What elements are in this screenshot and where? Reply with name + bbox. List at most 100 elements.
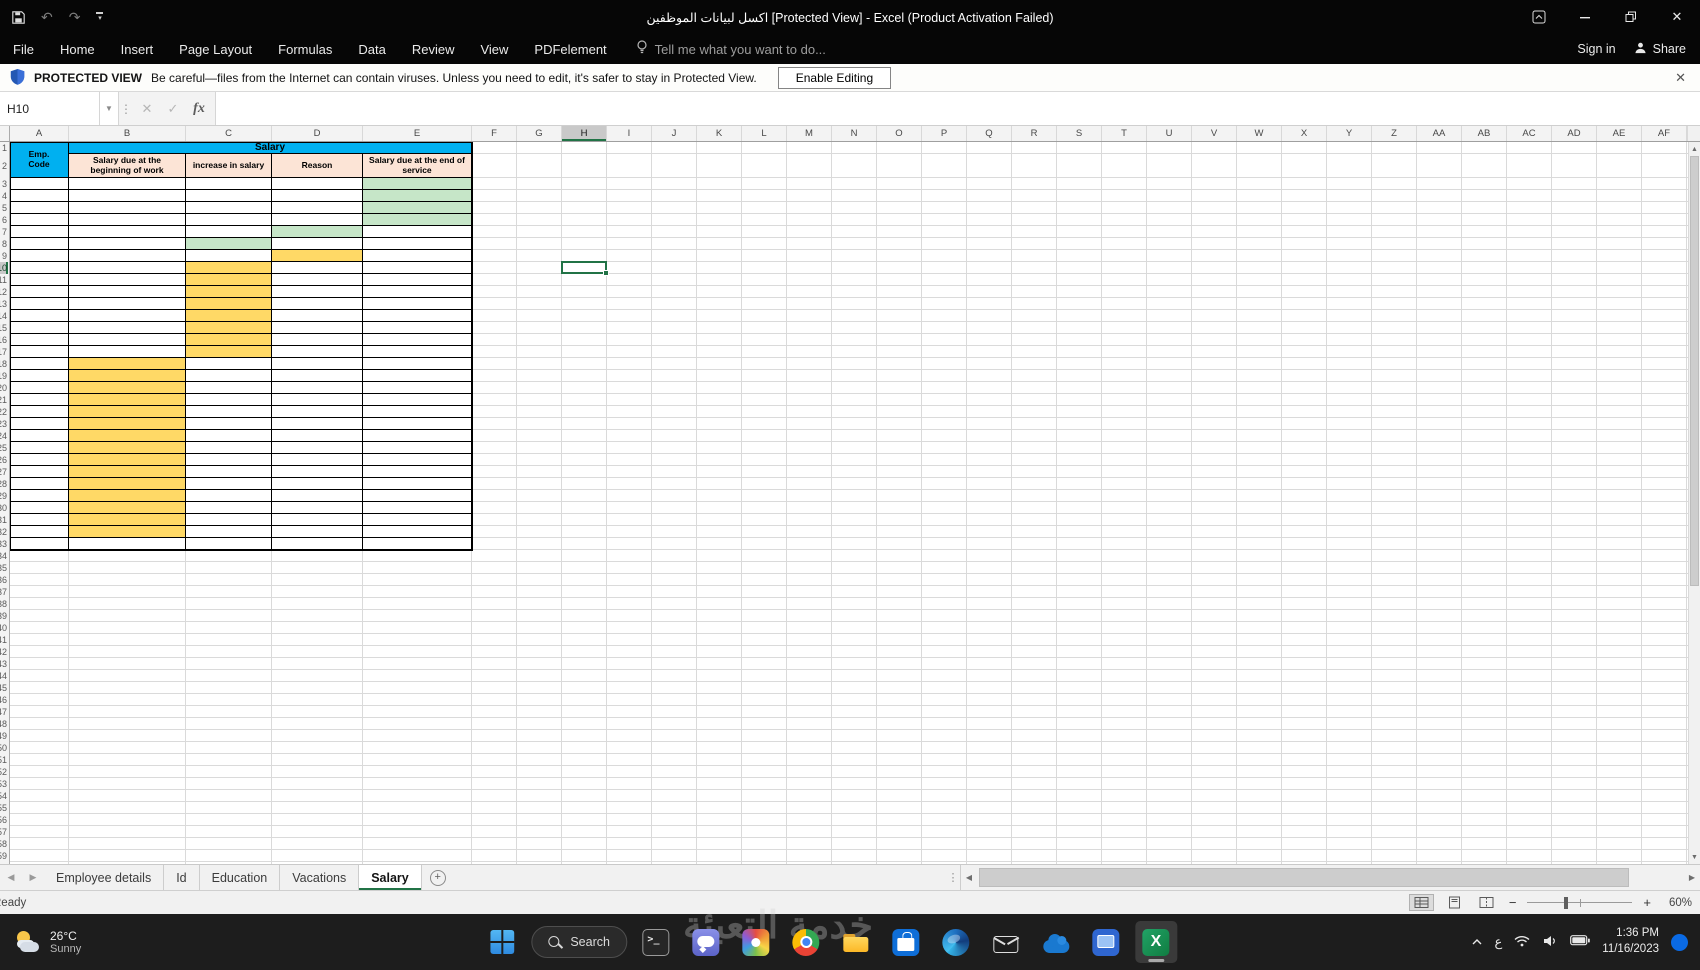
sheet-tab-education[interactable]: Education <box>200 865 281 890</box>
cell-B33[interactable] <box>69 538 186 550</box>
ribbon-tab-page-layout[interactable]: Page Layout <box>166 34 265 64</box>
taskbar-app-mail[interactable] <box>985 921 1027 963</box>
cell-A29[interactable] <box>10 490 69 502</box>
cell-A16[interactable] <box>10 334 69 346</box>
cell-E14[interactable] <box>363 310 472 322</box>
cell-E31[interactable] <box>363 514 472 526</box>
cell-A10[interactable] <box>10 262 69 274</box>
cell-C6[interactable] <box>186 214 272 226</box>
horizontal-scroll-thumb[interactable] <box>979 868 1630 887</box>
cell-A15[interactable] <box>10 322 69 334</box>
name-box-dropdown-icon[interactable]: ▼ <box>100 92 119 125</box>
cell-C7[interactable] <box>186 226 272 238</box>
cell-C27[interactable] <box>186 466 272 478</box>
row-header-34[interactable]: 34 <box>0 550 8 562</box>
cell-E32[interactable] <box>363 526 472 538</box>
tray-chevron-icon[interactable] <box>1471 935 1483 949</box>
row-header-50[interactable]: 50 <box>0 742 8 754</box>
cell-B4[interactable] <box>69 190 186 202</box>
cell-E8[interactable] <box>363 238 472 250</box>
column-header-AE[interactable]: AE <box>1597 126 1642 141</box>
cell-D33[interactable] <box>272 538 363 550</box>
taskbar-app-store[interactable] <box>885 921 927 963</box>
ribbon-tab-review[interactable]: Review <box>399 34 468 64</box>
row-header-1[interactable]: 1 <box>0 142 8 154</box>
cell-A18[interactable] <box>10 358 69 370</box>
row-header-47[interactable]: 47 <box>0 706 8 718</box>
cell-D26[interactable] <box>272 454 363 466</box>
save-icon[interactable] <box>12 10 25 24</box>
row-header-3[interactable]: 3 <box>0 178 8 190</box>
cell-D19[interactable] <box>272 370 363 382</box>
row-header-26[interactable]: 26 <box>0 454 8 466</box>
ribbon-tab-data[interactable]: Data <box>345 34 398 64</box>
column-header-X[interactable]: X <box>1282 126 1327 141</box>
cell-D16[interactable] <box>272 334 363 346</box>
cell-A20[interactable] <box>10 382 69 394</box>
row-header-56[interactable]: 56 <box>0 814 8 826</box>
cell-D15[interactable] <box>272 322 363 334</box>
cell-E30[interactable] <box>363 502 472 514</box>
cell-B18[interactable] <box>69 358 186 370</box>
cell-B30[interactable] <box>69 502 186 514</box>
column-header-F[interactable]: F <box>472 126 517 141</box>
ribbon-tab-pdfelement[interactable]: PDFelement <box>521 34 619 64</box>
cell-A22[interactable] <box>10 406 69 418</box>
row-header-33[interactable]: 33 <box>0 538 8 550</box>
formula-bar-handle[interactable]: ⋮ <box>119 92 134 125</box>
row-header-52[interactable]: 52 <box>0 766 8 778</box>
cell-A4[interactable] <box>10 190 69 202</box>
cell-B21[interactable] <box>69 394 186 406</box>
cell-D13[interactable] <box>272 298 363 310</box>
column-header-E[interactable]: E <box>363 126 472 141</box>
minimize-button[interactable] <box>1562 0 1608 34</box>
name-box[interactable]: H10 <box>0 92 100 125</box>
cell-E28[interactable] <box>363 478 472 490</box>
cell-C12[interactable] <box>186 286 272 298</box>
cell-B5[interactable] <box>69 202 186 214</box>
taskbar-app-file-explorer[interactable] <box>835 921 877 963</box>
cell-B3[interactable] <box>69 178 186 190</box>
confirm-entry-icon[interactable]: ✓ <box>160 92 186 125</box>
taskbar-clock[interactable]: 1:36 PM 11/16/2023 <box>1602 926 1659 957</box>
cell-D14[interactable] <box>272 310 363 322</box>
cell-B10[interactable] <box>69 262 186 274</box>
cell-C13[interactable] <box>186 298 272 310</box>
cell-A19[interactable] <box>10 370 69 382</box>
cell-C15[interactable] <box>186 322 272 334</box>
cell-A26[interactable] <box>10 454 69 466</box>
cell-E12[interactable] <box>363 286 472 298</box>
cell-C5[interactable] <box>186 202 272 214</box>
row-header-37[interactable]: 37 <box>0 586 8 598</box>
column-header-Y[interactable]: Y <box>1327 126 1372 141</box>
cell-A11[interactable] <box>10 274 69 286</box>
cell-C25[interactable] <box>186 442 272 454</box>
cell-E19[interactable] <box>363 370 472 382</box>
start-button[interactable] <box>481 921 523 963</box>
cell-C10[interactable] <box>186 262 272 274</box>
column-header-W[interactable]: W <box>1237 126 1282 141</box>
cancel-entry-icon[interactable]: ✕ <box>134 92 160 125</box>
cell-B16[interactable] <box>69 334 186 346</box>
cell-B23[interactable] <box>69 418 186 430</box>
cell-C3[interactable] <box>186 178 272 190</box>
row-header-23[interactable]: 23 <box>0 418 8 430</box>
cell-E22[interactable] <box>363 406 472 418</box>
column-header-S[interactable]: S <box>1057 126 1102 141</box>
cell-E16[interactable] <box>363 334 472 346</box>
cell-B27[interactable] <box>69 466 186 478</box>
cell-D5[interactable] <box>272 202 363 214</box>
row-header-4[interactable]: 4 <box>0 190 8 202</box>
column-header-L[interactable]: L <box>742 126 787 141</box>
cell-B11[interactable] <box>69 274 186 286</box>
row-header-58[interactable]: 58 <box>0 838 8 850</box>
cell-B20[interactable] <box>69 382 186 394</box>
row-header-11[interactable]: 11 <box>0 274 8 286</box>
cell-E7[interactable] <box>363 226 472 238</box>
cell-E26[interactable] <box>363 454 472 466</box>
redo-icon[interactable]: ↷ <box>69 9 81 26</box>
column-header-K[interactable]: K <box>697 126 742 141</box>
fill-handle[interactable] <box>603 270 609 276</box>
cell-C33[interactable] <box>186 538 272 550</box>
cell-A9[interactable] <box>10 250 69 262</box>
